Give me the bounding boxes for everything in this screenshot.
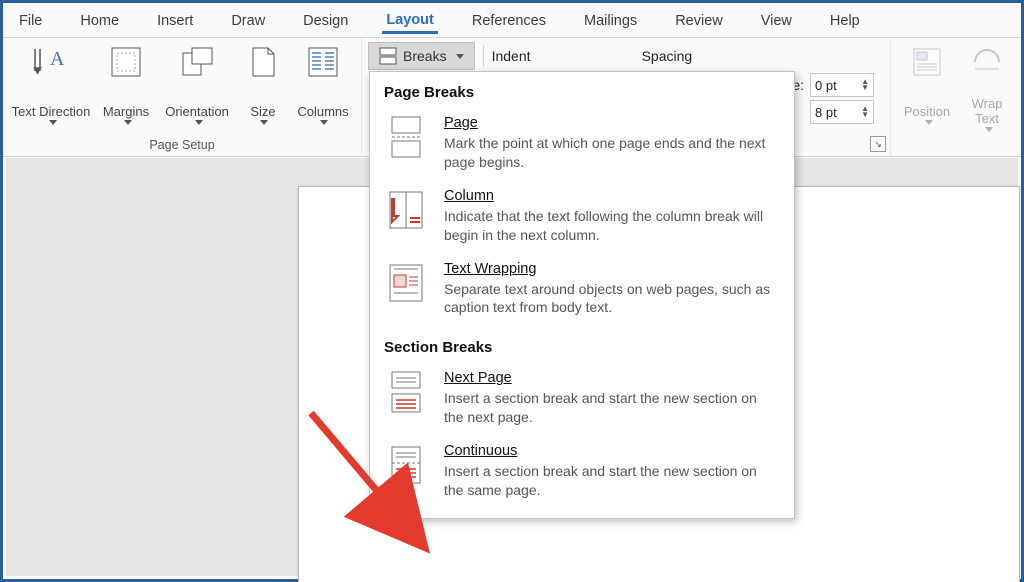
margins-label: Margins [103,105,149,120]
next-page-section-icon [384,370,428,414]
next-page-section-desc: Insert a section break and start the new… [444,389,780,427]
columns-label: Columns [297,105,348,120]
ribbon-tabs: File Home Insert Draw Design Layout Refe… [3,3,1021,38]
spacing-before-input[interactable]: 0 pt ▲▼ [810,73,874,97]
chevron-down-icon [985,127,993,132]
text-wrapping-break-title: Text Wrapping [444,261,780,277]
breaks-icon [379,47,397,65]
group-arrange: Position Wrap Text [891,38,1021,156]
indent-header: Indent [492,48,642,64]
chevron-down-icon [456,54,464,59]
page-break-title: Page [444,115,780,131]
menu-item-next-page-section-break[interactable]: Next Page Insert a section break and sta… [370,364,794,437]
tab-design[interactable]: Design [299,7,352,33]
menu-item-column-break[interactable]: Column Indicate that the text following … [370,182,794,255]
spinner-arrows-icon: ▲▼ [861,106,869,118]
spacing-before-value: 0 pt [815,78,837,93]
menu-item-page-break[interactable]: Page Mark the point at which one page en… [370,109,794,182]
tab-file[interactable]: File [15,7,46,33]
position-label: Position [904,105,950,120]
tab-review[interactable]: Review [671,7,727,33]
continuous-section-icon [384,443,428,487]
position-button[interactable]: Position [899,44,955,132]
chevron-down-icon [124,120,132,125]
page-breaks-section-title: Page Breaks [370,72,794,109]
spacing-header: Spacing [642,48,752,64]
breaks-button[interactable]: Breaks [368,42,475,70]
tab-references[interactable]: References [468,7,550,33]
next-page-section-title: Next Page [444,370,780,386]
orientation-button[interactable]: Orientation [161,44,233,132]
text-wrapping-break-desc: Separate text around objects on web page… [444,280,780,318]
chevron-down-icon [320,120,328,125]
tab-layout[interactable]: Layout [382,6,438,34]
breaks-label: Breaks [403,48,447,64]
tab-draw[interactable]: Draw [227,7,269,33]
continuous-section-title: Continuous [444,443,780,459]
text-direction-button[interactable]: A Text Direction [11,44,91,132]
position-icon [912,44,942,80]
menu-item-continuous-section-break[interactable]: Continuous Insert a section break and st… [370,437,794,510]
text-wrapping-break-icon [384,261,428,305]
size-label: Size [250,105,275,120]
tab-help[interactable]: Help [826,7,864,33]
margins-button[interactable]: Margins [97,44,155,132]
spacing-after-input[interactable]: 8 pt ▲▼ [810,100,874,124]
spacing-after-value: 8 pt [815,105,837,120]
app-window: File Home Insert Draw Design Layout Refe… [0,0,1024,582]
columns-icon [307,44,339,80]
text-direction-icon: A [30,44,72,80]
orientation-label: Orientation [165,105,229,120]
chevron-down-icon [195,120,203,125]
margins-icon [109,44,143,80]
column-break-desc: Indicate that the text following the col… [444,207,780,245]
paragraph-dialog-launcher[interactable]: ↘ [870,136,886,152]
wrap-text-icon [972,44,1002,80]
tab-view[interactable]: View [757,7,796,33]
text-direction-label: Text Direction [12,105,91,120]
page-setup-group-label: Page Setup [11,138,353,154]
size-button[interactable]: Size [239,44,287,132]
columns-button[interactable]: Columns [293,44,353,132]
tab-home[interactable]: Home [76,7,123,33]
column-break-title: Column [444,188,780,204]
wrap-text-label: Wrap Text [961,97,1013,127]
section-breaks-section-title: Section Breaks [370,327,794,364]
orientation-icon [180,44,214,80]
chevron-down-icon [925,120,933,125]
column-break-icon [384,188,428,232]
wrap-text-button[interactable]: Wrap Text [961,44,1013,132]
svg-text:A: A [50,48,65,70]
chevron-down-icon [260,120,268,125]
chevron-down-icon [49,120,57,125]
page-break-desc: Mark the point at which one page ends an… [444,134,780,172]
breaks-dropdown: Page Breaks Page Mark the point at which… [369,71,795,519]
menu-item-text-wrapping-break[interactable]: Text Wrapping Separate text around objec… [370,255,794,328]
group-page-setup: A Text Direction [3,38,362,156]
continuous-section-desc: Insert a section break and start the new… [444,462,780,500]
size-icon [248,44,278,80]
tab-insert[interactable]: Insert [153,7,197,33]
page-break-icon [384,115,428,159]
spinner-arrows-icon: ▲▼ [861,79,869,91]
tab-mailings[interactable]: Mailings [580,7,641,33]
